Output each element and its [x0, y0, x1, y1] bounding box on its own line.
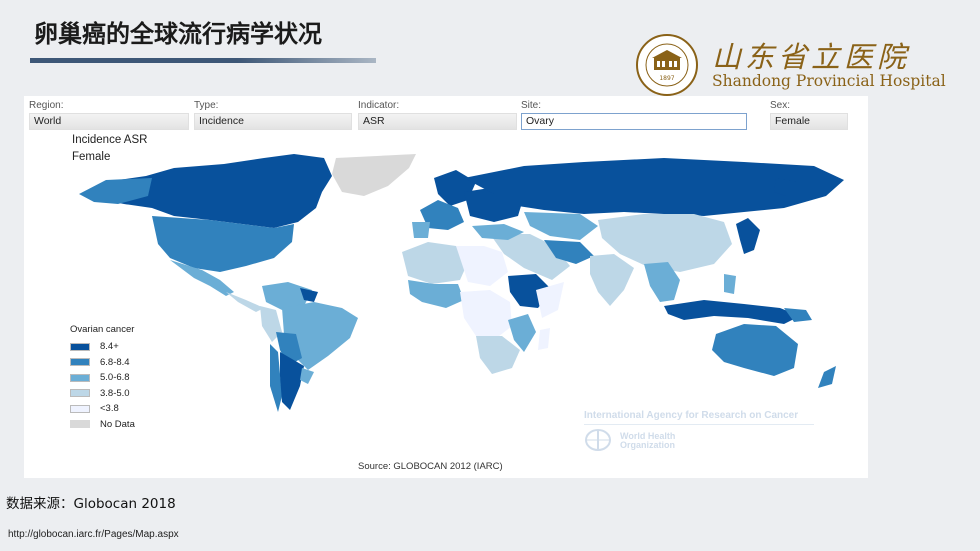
region-europe-west: [420, 200, 464, 230]
map-title-sex: Female: [72, 151, 111, 163]
region-north-africa-east: [456, 246, 508, 286]
who-watermark: World Health Organization: [620, 432, 675, 450]
region-madagascar: [538, 328, 550, 350]
filter-indicator-label: Indicator:: [358, 100, 400, 111]
region-southern-africa: [476, 336, 520, 374]
region-east-africa: [508, 274, 552, 308]
region-west-africa: [408, 280, 464, 308]
region-north-africa-west: [402, 242, 468, 284]
legend-title: Ovarian cancer: [70, 324, 135, 335]
region-alaska: [79, 178, 152, 204]
title-underline: [30, 58, 376, 63]
region-europe-north: [434, 170, 476, 206]
map-source: Source: GLOBOCAN 2012 (IARC): [358, 461, 503, 472]
slide-title: 卵巢癌的全球流行病学状况: [34, 20, 322, 48]
region-china-mongolia: [598, 214, 732, 272]
map-title-indicator: Incidence ASR: [72, 134, 148, 146]
watermark-divider: [584, 424, 814, 425]
hospital-seal-logo: 1897: [636, 34, 698, 96]
seal-year: 1897: [659, 75, 674, 82]
region-colombia-venezuela: [262, 282, 312, 310]
legend-item: 8.4+: [70, 339, 135, 355]
region-peru-ecuador: [260, 306, 282, 342]
legend-label: 3.8-5.0: [100, 387, 130, 399]
who-line2: Organization: [620, 440, 676, 450]
map-regions: [79, 154, 844, 412]
legend-item: 6.8-8.4: [70, 355, 135, 371]
source-url[interactable]: http://globocan.iarc.fr/Pages/Map.aspx: [8, 529, 179, 540]
region-russia: [464, 158, 844, 216]
legend-item: 5.0-6.8: [70, 370, 135, 386]
legend-swatch: [70, 389, 90, 398]
region-australia: [712, 324, 798, 376]
data-source-note: 数据来源：Globocan 2018: [6, 496, 176, 512]
filter-sex-select[interactable]: Female: [770, 113, 848, 130]
region-mexico: [170, 260, 234, 296]
filter-indicator-select[interactable]: ASR: [358, 113, 517, 130]
filter-type-select[interactable]: Incidence: [194, 113, 352, 130]
filter-sex-label: Sex:: [770, 100, 791, 111]
filter-site-label: Site:: [521, 100, 542, 111]
filter-region-label: Region:: [29, 100, 64, 111]
legend-swatch: [70, 358, 90, 367]
hospital-name-cn: 山东省立医院: [712, 40, 911, 74]
region-middle-east: [490, 234, 570, 280]
legend-item: 3.8-5.0: [70, 386, 135, 402]
filter-type-label: Type:: [194, 100, 219, 111]
region-bolivia-paraguay: [276, 332, 302, 366]
region-india: [590, 254, 634, 306]
region-japan-korea: [736, 218, 760, 254]
filter-region-select[interactable]: World: [29, 113, 189, 130]
filter-site-select[interactable]: Ovary: [521, 113, 747, 130]
region-argentina: [280, 352, 304, 410]
region-central-america: [226, 292, 264, 312]
legend-item: No Data: [70, 417, 135, 433]
map-panel: Region: World Type: Incidence Indicator:…: [24, 96, 868, 478]
filter-type[interactable]: Type: Incidence: [194, 100, 352, 130]
region-chile: [270, 344, 282, 412]
region-usa: [152, 216, 294, 272]
region-europe-east: [464, 186, 524, 222]
legend-swatch: [70, 420, 90, 429]
region-greenland: [332, 154, 416, 196]
region-kazakhstan: [524, 212, 598, 240]
hospital-name-en: Shandong Provincial Hospital: [712, 72, 946, 90]
region-papua: [784, 308, 812, 322]
region-brazil: [282, 302, 358, 370]
filter-indicator[interactable]: Indicator: ASR: [358, 100, 517, 130]
legend-label: 5.0-6.8: [100, 372, 130, 384]
legend-swatch: [70, 373, 90, 382]
iarc-watermark: International Agency for Research on Can…: [584, 410, 799, 421]
region-southeast-asia: [644, 262, 680, 302]
region-mozambique-tanzania: [508, 314, 536, 352]
region-turkey-caucasus: [472, 224, 524, 240]
region-central-africa: [460, 290, 512, 340]
legend-label: 6.8-8.4: [100, 356, 130, 368]
who-emblem-icon: [585, 429, 611, 451]
legend-label: 8.4+: [100, 341, 119, 353]
legend-swatch: [70, 342, 90, 351]
region-kamchatka: [774, 178, 798, 196]
region-indonesia: [664, 300, 800, 324]
region-iberia: [412, 222, 430, 238]
filter-region[interactable]: Region: World: [29, 100, 189, 130]
region-philippines: [724, 274, 736, 294]
region-guianas: [300, 288, 318, 302]
filter-site[interactable]: Site: Ovary: [521, 100, 747, 130]
region-new-zealand: [818, 366, 836, 388]
legend-swatch: [70, 404, 90, 413]
legend-label: No Data: [100, 418, 135, 430]
legend-label: <3.8: [100, 403, 119, 415]
region-iran-afghanistan: [544, 240, 594, 264]
map-title: Incidence ASR Female: [72, 132, 147, 166]
region-uruguay: [300, 368, 314, 384]
legend-item: <3.8: [70, 401, 135, 417]
map-legend: Ovarian cancer 8.4+ 6.8-8.4 5.0-6.8 3.8-…: [70, 324, 135, 432]
filter-sex[interactable]: Sex: Female: [770, 100, 848, 130]
region-horn-africa: [536, 282, 564, 318]
